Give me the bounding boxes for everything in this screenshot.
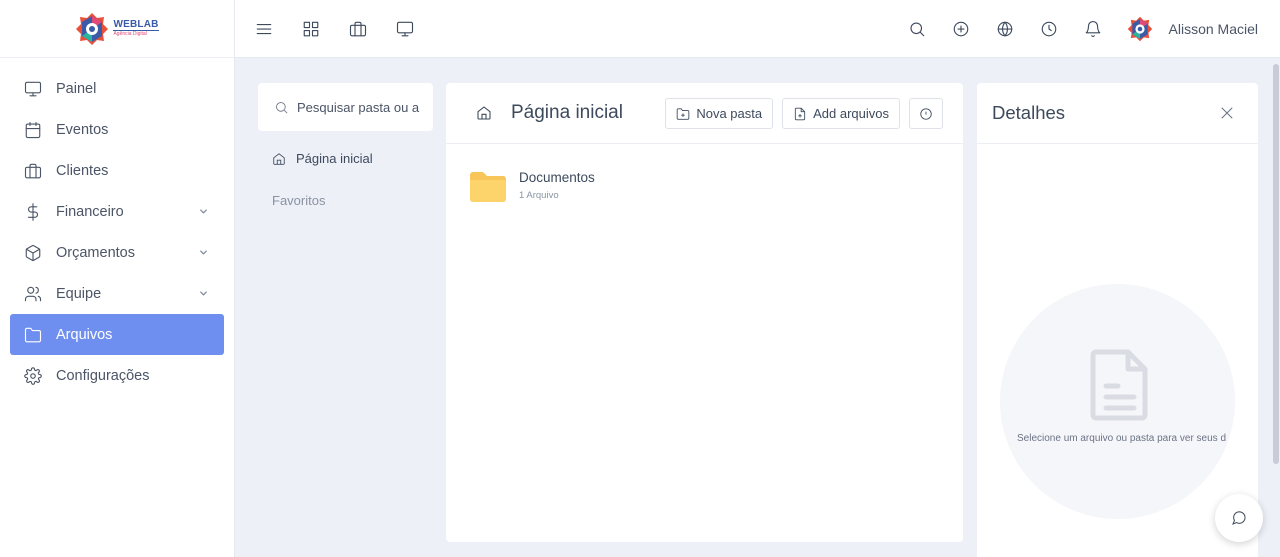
- calendar-icon: [25, 121, 41, 138]
- sidebar-item-label: Clientes: [56, 162, 109, 179]
- sidebar-item-eventos[interactable]: Eventos: [10, 109, 224, 150]
- folder-search: [258, 83, 433, 131]
- details-header: Detalhes: [977, 83, 1258, 144]
- logo-name: WEBLAB: [113, 19, 159, 31]
- home-icon: [273, 152, 285, 165]
- folder-icon: [470, 172, 506, 202]
- plus-circle-icon[interactable]: [951, 19, 971, 39]
- sidebar-item-label: Configurações: [56, 367, 150, 384]
- add-files-button[interactable]: Add arquivos: [782, 98, 900, 129]
- chevron-down-icon: [200, 209, 207, 214]
- chevron-down-icon: [200, 291, 207, 296]
- sidebar-item-configuracoes[interactable]: Configurações: [10, 355, 224, 396]
- sidebar-item-arquivos[interactable]: Arquivos: [10, 314, 224, 355]
- folder-nav-home-label: Página inicial: [296, 151, 373, 166]
- gear-icon: [24, 366, 42, 385]
- sidebar-item-label: Equipe: [56, 285, 102, 302]
- details-panel: Detalhes Selecione um arquivo ou pasta p…: [977, 83, 1258, 557]
- sidebar: WEBLAB Agência Digital Painel Eventos Cl…: [0, 0, 235, 557]
- monitor-icon[interactable]: [395, 19, 415, 39]
- sidebar-nav: Painel Eventos Clientes Financeiro Orçam…: [0, 58, 234, 396]
- briefcase-icon: [24, 163, 42, 178]
- chevron-down-icon: [200, 250, 207, 255]
- logo-area: WEBLAB Agência Digital: [0, 0, 234, 58]
- folder-file-count: 1 Arquivo: [519, 190, 559, 201]
- files-actions: Nova pasta Add arquivos: [665, 98, 943, 129]
- sidebar-item-label: Eventos: [56, 121, 109, 138]
- sidebar-item-clientes[interactable]: Clientes: [10, 150, 224, 191]
- menu-icon[interactable]: [254, 19, 274, 39]
- page-title: Página inicial: [511, 102, 623, 123]
- folder-info: Documentos 1 Arquivo: [519, 170, 595, 201]
- sidebar-item-label: Orçamentos: [56, 244, 135, 261]
- chat-icon: [1232, 511, 1246, 525]
- folder-nav-favorites[interactable]: Favoritos: [258, 193, 433, 208]
- page-scrollbar[interactable]: [1272, 58, 1280, 557]
- avatar: [1127, 16, 1152, 42]
- scrollbar-thumb[interactable]: [1273, 64, 1279, 464]
- logo-mark-icon: [76, 12, 109, 45]
- search-icon: [276, 101, 288, 113]
- user-name: Alisson Maciel: [1168, 21, 1258, 37]
- header-left-icons: [254, 19, 415, 39]
- sidebar-item-painel[interactable]: Painel: [10, 68, 224, 109]
- users-icon: [24, 286, 42, 301]
- folder-icon: [24, 327, 42, 342]
- details-title: Detalhes: [992, 102, 1066, 123]
- top-header: Alisson Maciel: [235, 0, 1280, 58]
- sidebar-item-label: Financeiro: [56, 203, 124, 220]
- folder-item[interactable]: Documentos 1 Arquivo: [446, 144, 963, 202]
- new-folder-label: Nova pasta: [696, 106, 763, 121]
- briefcase-icon[interactable]: [348, 19, 368, 39]
- home-icon: [477, 106, 491, 120]
- clock-icon[interactable]: [1039, 19, 1059, 39]
- new-folder-button[interactable]: Nova pasta: [665, 98, 774, 129]
- user-menu[interactable]: Alisson Maciel: [1127, 16, 1258, 42]
- dollar-icon: [27, 202, 38, 221]
- sidebar-item-equipe[interactable]: Equipe: [10, 273, 224, 314]
- box-icon: [25, 244, 41, 261]
- chat-button[interactable]: [1215, 494, 1263, 542]
- grid-icon[interactable]: [301, 19, 321, 39]
- sidebar-item-orcamentos[interactable]: Orçamentos: [10, 232, 224, 273]
- globe-icon[interactable]: [995, 19, 1015, 39]
- add-files-label: Add arquivos: [813, 106, 889, 121]
- sidebar-item-label: Arquivos: [56, 326, 113, 343]
- files-main-card: Página inicial Nova pasta Add arquivos D…: [446, 83, 963, 542]
- logo[interactable]: WEBLAB Agência Digital: [75, 12, 159, 46]
- monitor-icon: [24, 81, 42, 96]
- sidebar-item-financeiro[interactable]: Financeiro: [10, 191, 224, 232]
- close-icon[interactable]: [1218, 104, 1236, 122]
- header-right-icons: Alisson Maciel: [907, 0, 1258, 58]
- files-header: Página inicial Nova pasta Add arquivos: [446, 83, 963, 144]
- folder-search-input[interactable]: [297, 99, 433, 115]
- folder-plus-icon: [677, 107, 690, 120]
- empty-state-text: Selecione um arquivo ou pasta para ver s…: [1017, 433, 1227, 444]
- search-icon[interactable]: [907, 19, 927, 39]
- file-icon: [1090, 349, 1148, 421]
- info-icon: [920, 107, 932, 120]
- bell-icon[interactable]: [1083, 19, 1103, 39]
- folder-name: Documentos: [519, 170, 595, 185]
- logo-tagline: Agência Digital: [113, 31, 147, 37]
- logo-text: WEBLAB Agência Digital: [113, 19, 159, 37]
- sidebar-item-label: Painel: [56, 80, 97, 97]
- file-plus-icon: [795, 107, 806, 120]
- folder-nav-home[interactable]: Página inicial: [258, 151, 433, 166]
- info-button[interactable]: [909, 98, 943, 129]
- folders-panel: Página inicial Favoritos: [258, 83, 433, 208]
